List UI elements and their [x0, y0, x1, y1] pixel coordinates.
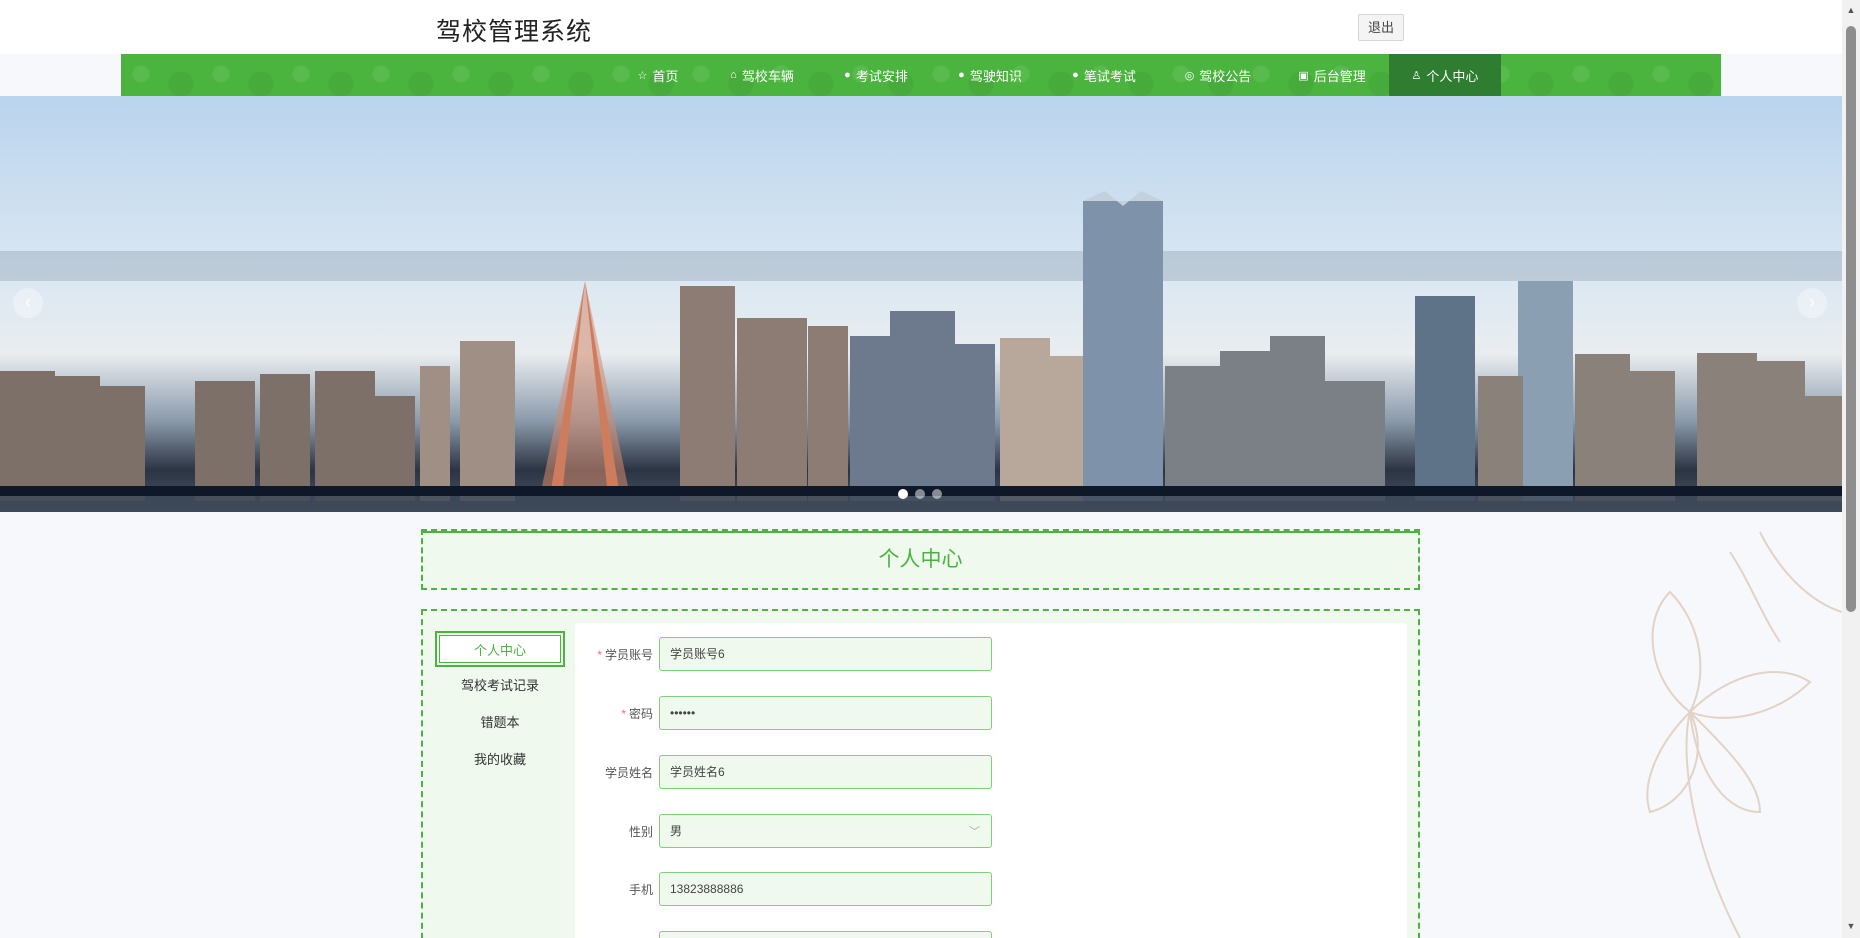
nav-item-home[interactable]: ☆ 首页 — [611, 54, 705, 96]
nav-item-admin[interactable]: ▣ 后台管理 — [1275, 54, 1389, 96]
form-row-password: * 密码 •••••• — [575, 696, 1407, 730]
nav-item-driving-knowledge[interactable]: ● 驾驶知识 — [933, 54, 1047, 96]
profile-form: * 学员账号 学员账号6 * 密码 •••••• 学员姓名 学员姓名6 性别 男 ﹀… — [575, 623, 1407, 938]
nav-item-announcements[interactable]: ◎ 驾校公告 — [1161, 54, 1275, 96]
next-field-input[interactable] — [659, 931, 992, 938]
gender-label: 性别 — [628, 825, 653, 839]
phone-input[interactable]: 13823888886 — [659, 872, 992, 906]
logout-button[interactable]: 退出 — [1358, 14, 1404, 41]
carousel-dot-3[interactable] — [932, 489, 942, 499]
page-title-box: 个人中心 — [421, 529, 1420, 590]
main-nav: ☆ 首页 ⌂ 驾校车辆 ● 考试安排 ● 驾驶知识 ● 笔试考试 ◎ 驾校公告 ▣ 后台管理 … — [121, 54, 1721, 96]
banner-carousel: ‹ › — [0, 96, 1842, 512]
info-icon: ● — [844, 69, 851, 81]
profile-panel: 个人中心 驾校考试记录 错题本 我的收藏 * 学员账号 学员账号6 * 密码 •••… — [421, 609, 1420, 938]
side-menu: 个人中心 驾校考试记录 错题本 我的收藏 — [435, 631, 565, 779]
chevron-down-icon: ﹀ — [969, 826, 980, 838]
flower-decoration — [1646, 531, 1842, 938]
form-row-phone: 手机 13823888886 — [575, 872, 1407, 906]
phone-label: 手机 — [628, 883, 653, 897]
side-item-exam-records[interactable]: 驾校考试记录 — [435, 668, 565, 704]
account-label: * 学员账号 — [597, 648, 653, 662]
city-skyline-image — [0, 191, 1842, 512]
page-title: 个人中心 — [878, 548, 963, 571]
info-icon: ● — [1072, 69, 1079, 81]
nav-item-written-exam[interactable]: ● 笔试考试 — [1047, 54, 1161, 96]
nav-item-exam-schedule[interactable]: ● 考试安排 — [819, 54, 933, 96]
name-input[interactable]: 学员姓名6 — [659, 755, 992, 789]
carousel-dot-1[interactable] — [898, 489, 908, 499]
scroll-thumb[interactable] — [1846, 26, 1856, 612]
form-row-next — [575, 931, 1407, 938]
question-icon: ● — [958, 69, 965, 81]
carousel-dot-2[interactable] — [915, 489, 925, 499]
carousel-indicators — [898, 489, 942, 499]
side-item-personal-center[interactable]: 个人中心 — [435, 631, 565, 667]
account-input[interactable]: 学员账号6 — [659, 637, 992, 671]
site-title: 驾校管理系统 — [436, 18, 593, 46]
briefcase-icon: ▣ — [1298, 69, 1309, 82]
name-label: 学员姓名 — [604, 766, 653, 780]
nav-item-personal-center[interactable]: ♙ 个人中心 — [1389, 54, 1501, 96]
side-item-wrong-questions[interactable]: 错题本 — [435, 705, 565, 741]
password-label: * 密码 — [621, 707, 653, 721]
scroll-up-arrow-icon[interactable]: ▲ — [1842, 2, 1860, 18]
password-input[interactable]: •••••• — [659, 696, 992, 730]
carousel-next-button[interactable]: › — [1797, 288, 1827, 318]
car-icon: ⌂ — [730, 69, 737, 81]
globe-icon: ◎ — [1184, 69, 1195, 82]
side-item-favorites[interactable]: 我的收藏 — [435, 742, 565, 778]
star-icon: ☆ — [637, 69, 648, 82]
form-row-name: 学员姓名 学员姓名6 — [575, 755, 1407, 789]
carousel-prev-button[interactable]: ‹ — [13, 288, 43, 318]
form-row-gender: 性别 男 ﹀ — [575, 814, 1407, 848]
top-header: 驾校管理系统 退出 — [0, 0, 1842, 54]
page-scrollbar[interactable]: ▲ ▼ — [1842, 0, 1860, 938]
nav-item-vehicles[interactable]: ⌂ 驾校车辆 — [705, 54, 819, 96]
form-row-account: * 学员账号 学员账号6 — [575, 637, 1407, 671]
gender-select[interactable]: 男 — [659, 814, 992, 848]
scroll-down-arrow-icon[interactable]: ▼ — [1842, 918, 1860, 934]
user-icon: ♙ — [1411, 69, 1422, 82]
